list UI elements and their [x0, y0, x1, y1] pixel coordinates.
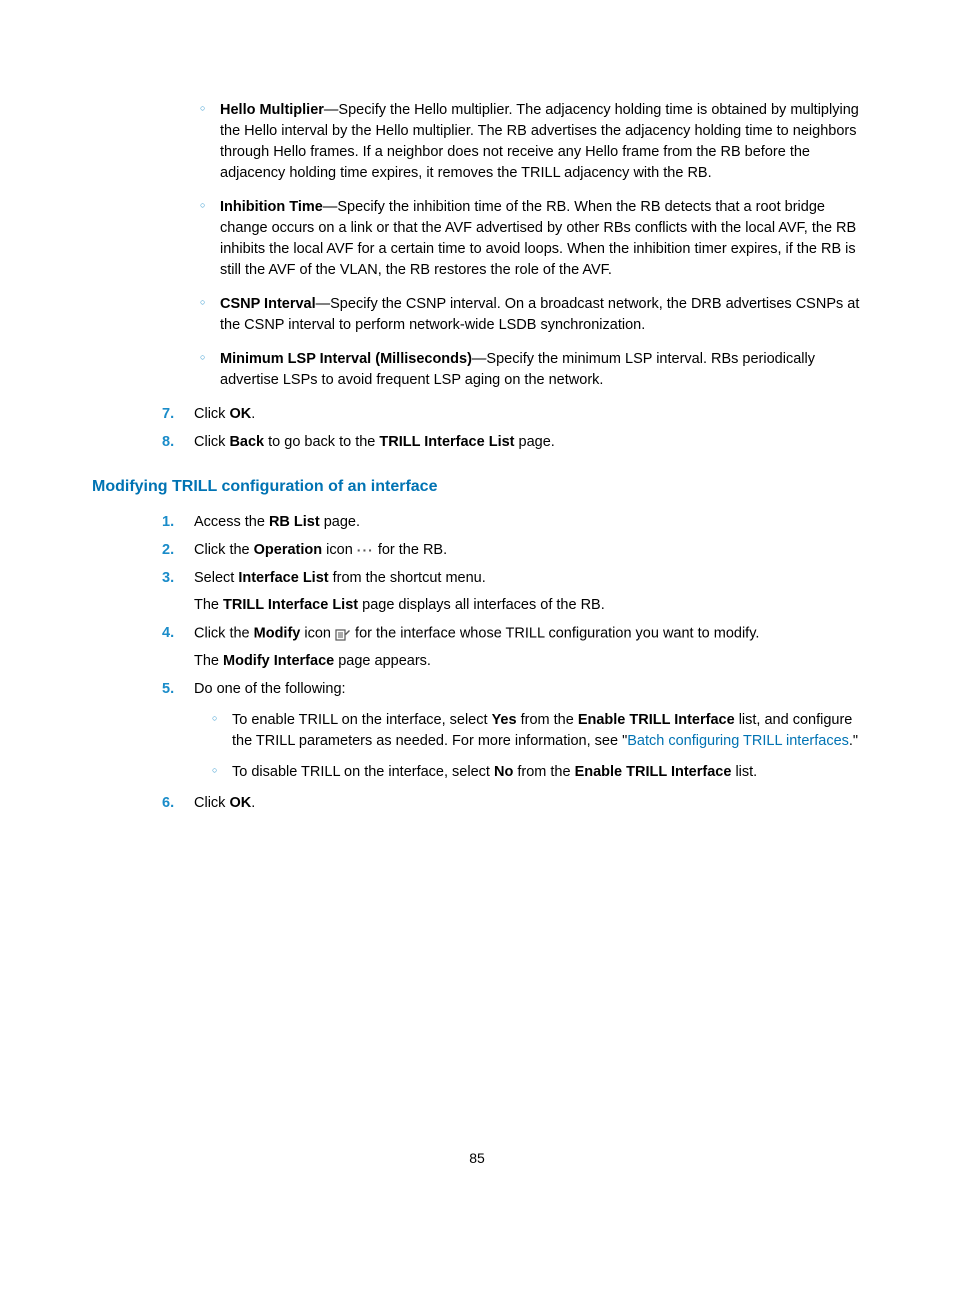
list-item: Minimum LSP Interval (Milliseconds)—Spec… — [200, 349, 862, 391]
step-bold: TRILL Interface List — [379, 434, 514, 450]
step-bold: Interface List — [238, 570, 328, 586]
bold: Enable TRILL Interface — [575, 764, 732, 780]
text: To disable TRILL on the interface, selec… — [232, 764, 494, 780]
cross-reference-link[interactable]: Batch configuring TRILL interfaces — [627, 733, 849, 749]
numbered-steps: 1. Access the RB List page. 2. Click the… — [162, 512, 862, 814]
step-text-post: for the RB. — [374, 542, 447, 558]
bold: Enable TRILL Interface — [578, 712, 735, 728]
list-item: Inhibition Time—Specify the inhibition t… — [200, 197, 862, 281]
step-item: 6. Click OK. — [162, 793, 862, 814]
step-text-post: page appears. — [334, 653, 431, 669]
list-item: CSNP Interval—Specify the CSNP interval.… — [200, 294, 862, 336]
step-number: 2. — [162, 540, 174, 561]
step-text-post: page displays all interfaces of the RB. — [358, 597, 605, 613]
edit-icon — [335, 623, 351, 644]
step-bold: Modify — [254, 626, 301, 642]
list-item: To enable TRILL on the interface, select… — [212, 710, 862, 752]
step-number: 6. — [162, 793, 174, 814]
step-text-mid: icon — [322, 542, 357, 558]
step-text-pre: Access the — [194, 514, 269, 530]
term: CSNP Interval — [220, 296, 316, 312]
step-text-post: . — [251, 795, 255, 811]
list-item: Hello Multiplier—Specify the Hello multi… — [200, 100, 862, 184]
term: Minimum LSP Interval (Milliseconds) — [220, 351, 472, 367]
step-bold: RB List — [269, 514, 320, 530]
list-item: To disable TRILL on the interface, selec… — [212, 762, 862, 783]
step-number: 7. — [162, 404, 174, 425]
step-number: 5. — [162, 679, 174, 700]
step-text-pre: Click the — [194, 626, 254, 642]
step-bold: Back — [229, 434, 264, 450]
step-bold: Operation — [254, 542, 322, 558]
term-text: —Specify the CSNP interval. On a broadca… — [220, 296, 859, 333]
step-text-pre: Click — [194, 795, 229, 811]
step-text-mid: icon — [300, 626, 335, 642]
step-item: 1. Access the RB List page. — [162, 512, 862, 533]
step-bold: OK — [229, 795, 251, 811]
text: from the — [517, 712, 578, 728]
step-text-post: page. — [515, 434, 555, 450]
text: To enable TRILL on the interface, select — [232, 712, 492, 728]
step-number: 4. — [162, 623, 174, 644]
step-text-post: from the shortcut menu. — [329, 570, 486, 586]
step-bold: OK — [229, 406, 251, 422]
step-text-post: . — [251, 406, 255, 422]
step-number: 3. — [162, 568, 174, 589]
sub-bullet-list: To enable TRILL on the interface, select… — [212, 710, 862, 783]
more-icon: ··· — [357, 540, 374, 560]
step-text-post: for the interface whose TRILL configurat… — [351, 626, 759, 642]
text: from the — [513, 764, 574, 780]
parameter-list: Hello Multiplier—Specify the Hello multi… — [200, 100, 862, 391]
step-item: 4. Click the Modify icon for the interfa… — [162, 623, 862, 671]
numbered-steps-top: 7. Click OK. 8. Click Back to go back to… — [162, 404, 862, 453]
step-subtext: The Modify Interface page appears. — [194, 651, 862, 672]
step-subtext: The TRILL Interface List page displays a… — [194, 595, 862, 616]
step-text: Do one of the following: — [194, 681, 346, 697]
page-number: 85 — [0, 1148, 954, 1168]
step-text-pre: The — [194, 597, 223, 613]
text: list. — [731, 764, 757, 780]
bold: Yes — [492, 712, 517, 728]
bold: No — [494, 764, 513, 780]
step-number: 8. — [162, 432, 174, 453]
step-text-pre: The — [194, 653, 223, 669]
step-text-post: page. — [320, 514, 360, 530]
text: ." — [849, 733, 858, 749]
document-page: Hello Multiplier—Specify the Hello multi… — [0, 0, 954, 1200]
term: Hello Multiplier — [220, 102, 324, 118]
step-item: 7. Click OK. — [162, 404, 862, 425]
step-text-pre: Select — [194, 570, 238, 586]
step-item: 3. Select Interface List from the shortc… — [162, 568, 862, 616]
section-heading: Modifying TRILL configuration of an inte… — [92, 475, 862, 498]
step-text-mid: to go back to the — [264, 434, 379, 450]
step-item: 8. Click Back to go back to the TRILL In… — [162, 432, 862, 453]
step-bold: TRILL Interface List — [223, 597, 358, 613]
step-text-pre: Click — [194, 434, 229, 450]
step-number: 1. — [162, 512, 174, 533]
step-item: 2. Click the Operation icon ··· for the … — [162, 540, 862, 561]
step-text-pre: Click the — [194, 542, 254, 558]
step-bold: Modify Interface — [223, 653, 334, 669]
step-text-pre: Click — [194, 406, 229, 422]
step-item: 5. Do one of the following: To enable TR… — [162, 679, 862, 783]
term: Inhibition Time — [220, 199, 323, 215]
